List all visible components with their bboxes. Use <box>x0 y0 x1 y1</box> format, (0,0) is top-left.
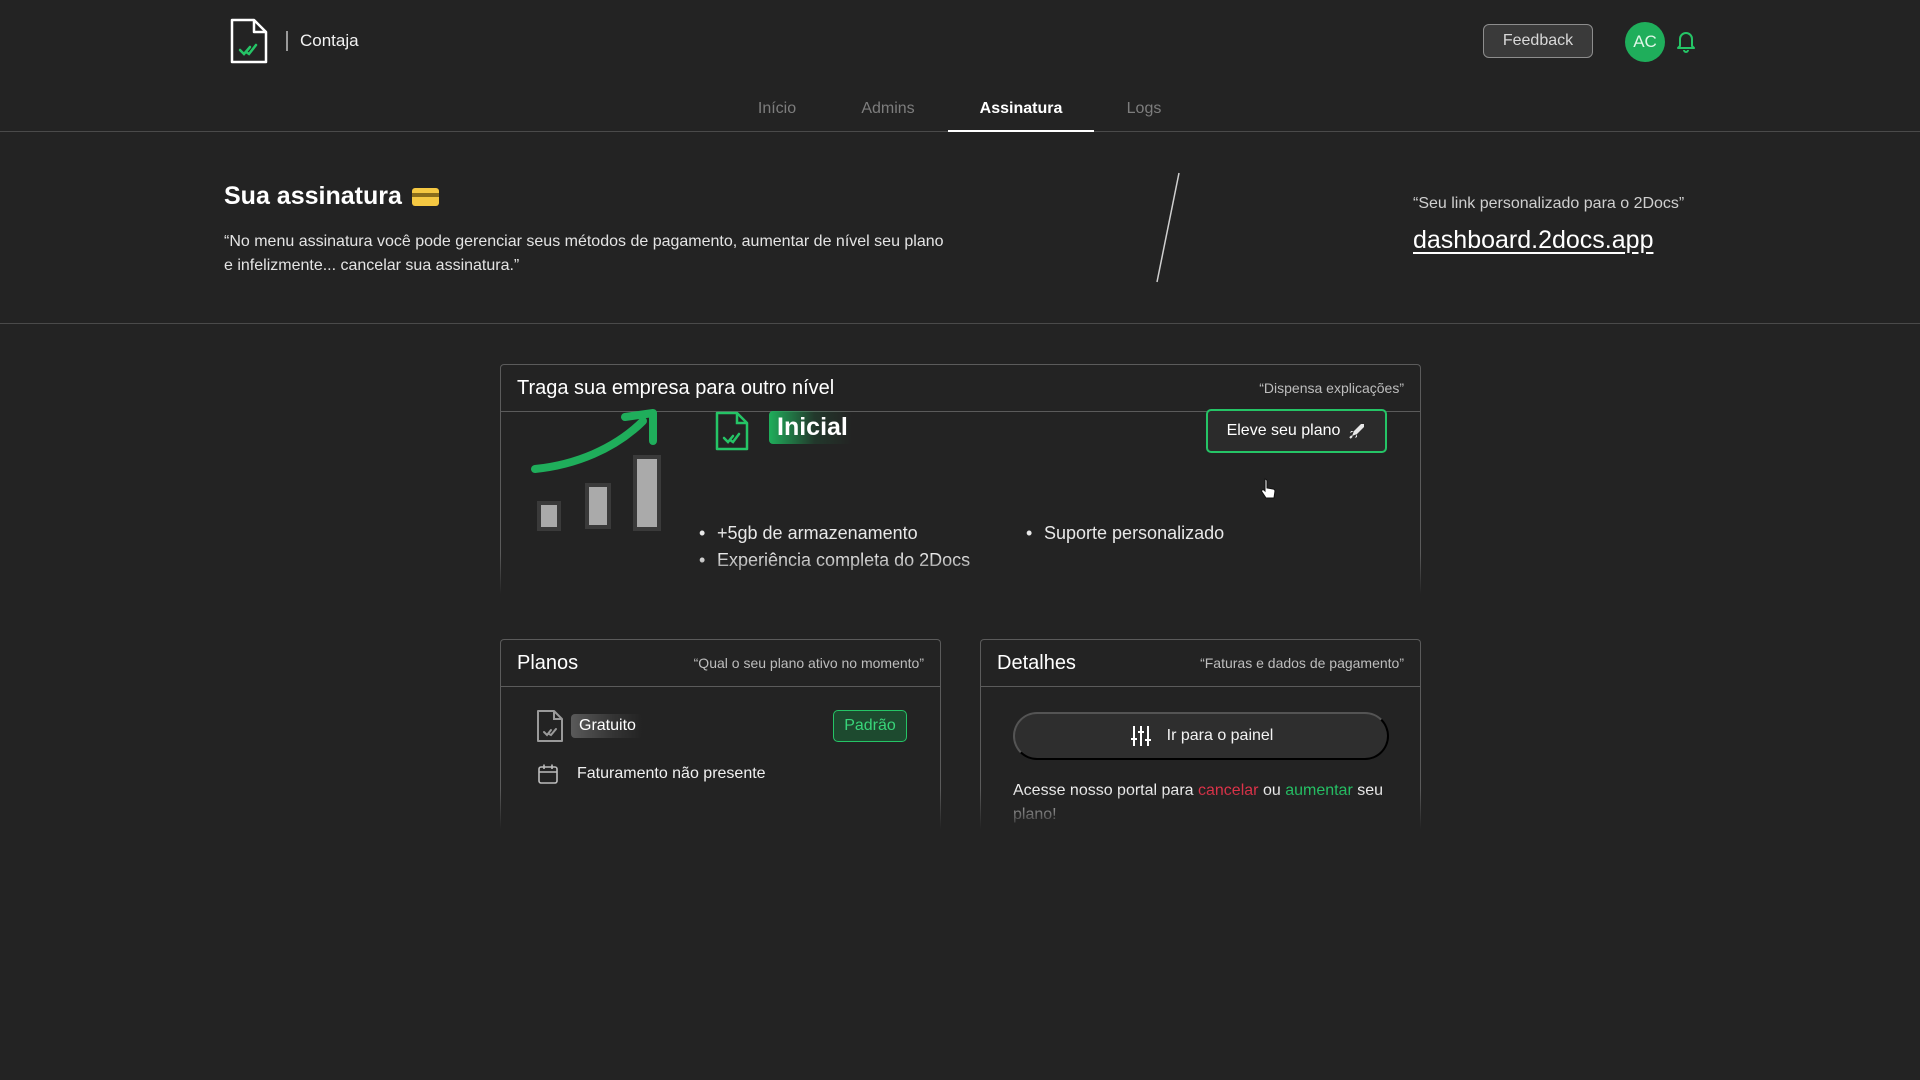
increase-plan-link[interactable]: aumentar <box>1285 782 1353 799</box>
rocket-icon <box>1349 424 1365 439</box>
feature-item: +5gb de armazenamento <box>699 523 918 544</box>
growth-chart-icon <box>531 409 661 531</box>
upgrade-plan-button[interactable]: Eleve seu plano <box>1206 409 1387 453</box>
details-card: Detalhes “Faturas e dados de pagamento” … <box>979 639 1422 829</box>
bell-icon[interactable] <box>1675 29 1697 53</box>
portal-prefix: Acesse nosso portal para <box>1013 782 1194 799</box>
custom-link-label: “Seu link personalizado para o 2Docs” <box>1413 195 1685 212</box>
document-check-icon <box>715 411 749 451</box>
tab-admins[interactable]: Admins <box>860 100 916 132</box>
current-plan-row: Gratuito <box>535 709 642 743</box>
portal-or: ou <box>1262 782 1281 799</box>
portal-description: Acesse nosso portal para cancelar ou aum… <box>1013 779 1403 827</box>
upgrade-card-title: Traga sua empresa para outro nível <box>517 376 835 399</box>
subscription-hero: Sua assinatura “No menu assinatura você … <box>0 132 1920 324</box>
calendar-icon <box>538 764 558 784</box>
details-card-title: Detalhes <box>997 651 1076 674</box>
document-check-icon <box>537 710 563 742</box>
page-description: “No menu assinatura você pode gerenciar … <box>224 233 944 274</box>
tab-logs[interactable]: Logs <box>1124 100 1164 132</box>
brand-logo[interactable]: Contaja <box>226 16 359 66</box>
upgrade-card: Traga sua empresa para outro nível “Disp… <box>499 364 1422 594</box>
logo-divider <box>286 31 288 51</box>
feedback-button[interactable]: Feedback <box>1483 24 1593 58</box>
billing-status: Faturamento não presente <box>577 765 766 782</box>
go-to-panel-button[interactable]: Ir para o painel <box>1013 712 1389 760</box>
feature-item: Experiência completa do 2Docs <box>699 550 970 571</box>
details-card-header: Detalhes “Faturas e dados de pagamento” <box>981 640 1420 687</box>
tab-inicio[interactable]: Início <box>757 100 797 132</box>
mouse-cursor-icon <box>1261 478 1276 499</box>
cancel-plan-link[interactable]: cancelar <box>1198 782 1258 799</box>
feature-item: Suporte personalizado <box>1026 523 1224 544</box>
sliders-icon <box>1130 726 1151 746</box>
document-check-icon <box>230 18 268 64</box>
card-fade-overlay <box>499 789 942 829</box>
user-avatar[interactable]: AC <box>1625 22 1665 62</box>
upgrade-plan-label: Eleve seu plano <box>1226 422 1341 439</box>
plans-card: Planos “Qual o seu plano ativo no moment… <box>499 639 942 829</box>
custom-dashboard-link[interactable]: dashboard.2docs.app <box>1413 226 1653 255</box>
plans-card-subtitle: “Qual o seu plano ativo no momento” <box>693 655 924 671</box>
divider-line <box>1156 172 1180 283</box>
current-plan-name: Gratuito <box>571 714 642 738</box>
billing-row: Faturamento não presente <box>537 763 766 785</box>
details-card-subtitle: “Faturas e dados de pagamento” <box>1200 655 1404 671</box>
brand-name: Contaja <box>300 31 359 50</box>
plans-card-title: Planos <box>517 651 579 674</box>
status-badge: Padrão <box>833 710 907 742</box>
upgrade-card-subtitle: “Dispensa explicações” <box>1259 380 1404 396</box>
main-tabs: Início Admins Assinatura Logs <box>0 94 1920 132</box>
page-title: Sua assinatura <box>224 182 439 211</box>
go-to-panel-label: Ir para o painel <box>1166 727 1274 744</box>
upgrade-card-header: Traga sua empresa para outro nível “Disp… <box>501 365 1420 412</box>
tab-assinatura[interactable]: Assinatura <box>948 100 1094 132</box>
recommended-plan-name: Inicial <box>769 411 852 444</box>
credit-card-icon <box>411 187 439 206</box>
plans-card-header: Planos “Qual o seu plano ativo no moment… <box>501 640 940 687</box>
page-title-text: Sua assinatura <box>224 182 402 210</box>
